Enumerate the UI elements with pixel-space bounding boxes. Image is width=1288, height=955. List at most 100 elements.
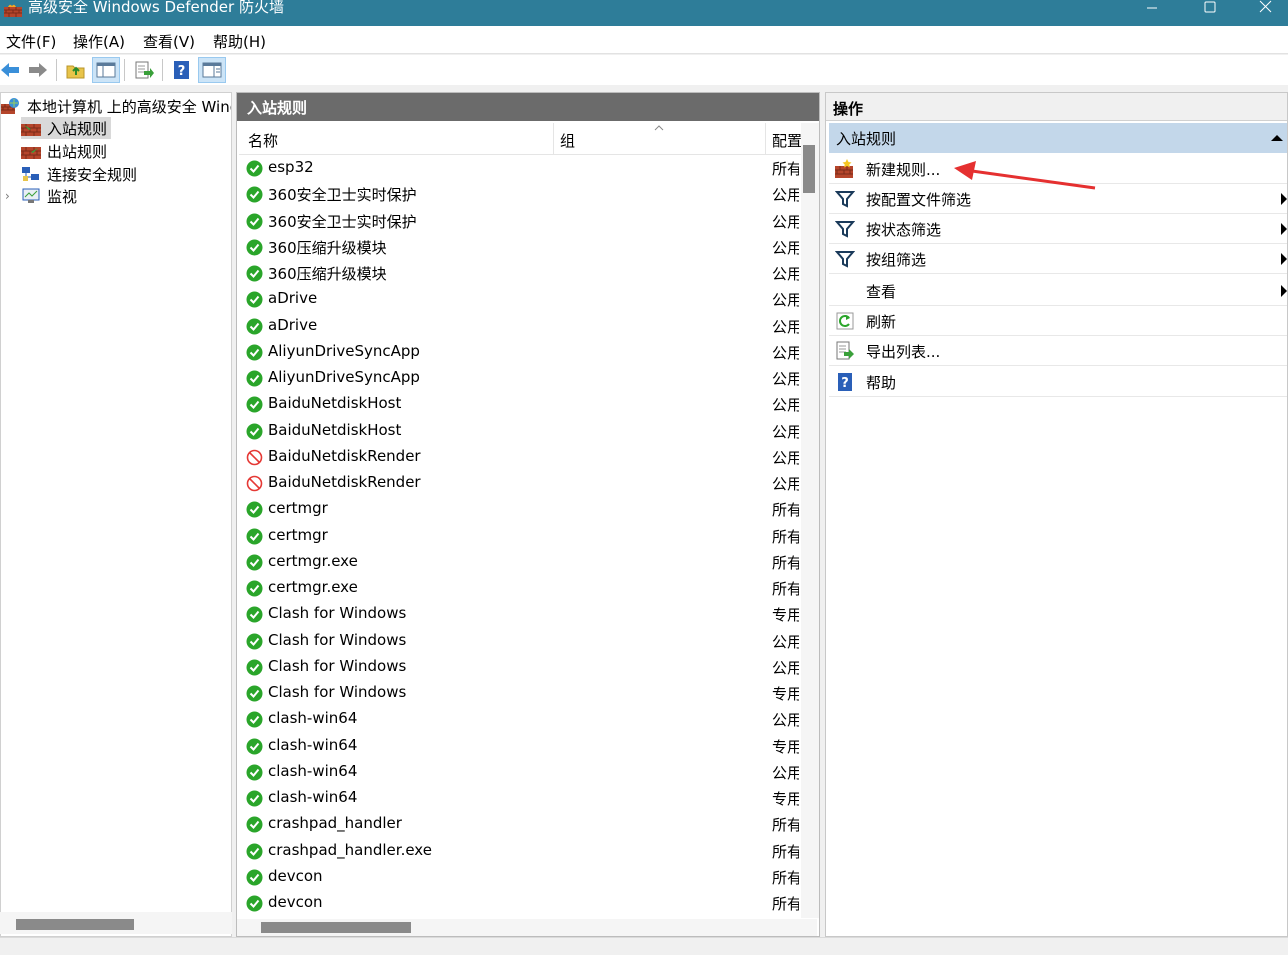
table-row[interactable]: Clash for Windows 公用 — [237, 628, 799, 654]
table-row[interactable]: crashpad_handler 所有 — [237, 811, 799, 837]
toolbar-separator — [56, 59, 57, 81]
column-group[interactable]: 组 — [560, 130, 575, 151]
column-divider[interactable] — [765, 123, 766, 155]
table-row[interactable]: certmgr 所有 — [237, 523, 799, 549]
menu-view[interactable]: 查看(V) — [143, 31, 195, 52]
table-row[interactable]: BaiduNetdiskRender 公用 — [237, 470, 799, 496]
table-row[interactable]: esp32 所有 — [237, 155, 799, 181]
help-icon: ? — [838, 373, 852, 391]
show-hide-console-tree-button[interactable] — [92, 57, 120, 83]
close-button[interactable] — [1244, 0, 1288, 22]
rule-profile: 公用 — [772, 422, 799, 441]
action-item[interactable]: 导出列表... — [829, 336, 1287, 366]
help-button[interactable]: ? — [168, 57, 196, 83]
new-rule-icon — [835, 159, 853, 178]
actions-section-inbound-rules[interactable]: 入站规则 — [829, 123, 1287, 153]
rule-profile: 公用 — [772, 448, 799, 467]
enabled-check-icon — [246, 816, 263, 833]
table-row[interactable]: crashpad_handler.exe 所有 — [237, 838, 799, 864]
enabled-check-icon — [246, 239, 263, 256]
rule-name: aDrive — [268, 289, 318, 308]
export-list-button[interactable] — [130, 57, 158, 83]
table-row[interactable]: clash-win64 公用 — [237, 706, 799, 732]
rule-name: certmgr.exe — [268, 551, 358, 570]
enabled-check-icon — [246, 501, 263, 518]
scrollbar-thumb[interactable] — [261, 922, 411, 933]
up-folder-icon — [66, 65, 85, 79]
maximize-button[interactable] — [1188, 0, 1232, 22]
action-item[interactable]: ? 帮助 — [829, 367, 1287, 397]
table-row[interactable]: Clash for Windows 专用 — [237, 601, 799, 627]
annotation-arrow-icon — [954, 161, 1096, 190]
column-name[interactable]: 名称 — [248, 130, 278, 151]
table-row[interactable]: BaiduNetdiskHost 公用 — [237, 418, 799, 444]
table-row[interactable]: AliyunDriveSyncApp 公用 — [237, 339, 799, 365]
tree-item-inbound-rules[interactable]: 入站规则 — [21, 117, 112, 139]
table-row[interactable]: aDrive 公用 — [237, 286, 799, 312]
actions-title: 操作 — [826, 93, 1287, 121]
monitoring-icon — [22, 188, 40, 203]
up-folder-button[interactable] — [62, 57, 90, 83]
forward-button[interactable] — [24, 57, 52, 83]
scrollbar-thumb[interactable] — [16, 919, 134, 930]
back-button[interactable] — [0, 57, 24, 83]
action-item[interactable]: 按组筛选 — [829, 244, 1287, 274]
rule-profile: 专用 — [772, 737, 799, 756]
help-icon: ? — [174, 61, 189, 79]
table-row[interactable]: BaiduNetdiskHost 公用 — [237, 391, 799, 417]
column-divider[interactable] — [553, 123, 554, 155]
rule-name: BaiduNetdiskHost — [268, 394, 402, 413]
table-row[interactable]: 360安全卫士实时保护 公用 — [237, 181, 799, 207]
table-row[interactable]: clash-win64 专用 — [237, 785, 799, 811]
enabled-check-icon — [246, 764, 263, 781]
back-arrow-icon — [1, 63, 19, 77]
action-item[interactable]: 刷新 — [829, 306, 1287, 336]
table-row[interactable]: 360压缩升级模块 公用 — [237, 260, 799, 286]
action-item[interactable]: 查看 — [829, 276, 1287, 306]
tree-item-label: 出站规则 — [47, 142, 108, 161]
table-row[interactable]: devcon 所有 — [237, 890, 799, 916]
table-row[interactable]: 360安全卫士实时保护 公用 — [237, 208, 799, 234]
rule-profile: 公用 — [772, 212, 799, 231]
tree-root-label: 本地计算机 上的高级安全 Windc — [27, 97, 232, 116]
scrollbar-thumb[interactable] — [803, 145, 815, 193]
table-row[interactable]: Clash for Windows 公用 — [237, 654, 799, 680]
show-hide-action-pane-button[interactable] — [198, 57, 226, 83]
table-row[interactable]: Clash for Windows 专用 — [237, 680, 799, 706]
chevron-right-icon[interactable]: › — [5, 189, 10, 203]
collapse-icon[interactable] — [1271, 135, 1283, 141]
tree-horizontal-scrollbar[interactable] — [0, 912, 232, 934]
rule-profile: 专用 — [772, 790, 799, 808]
tree-item-outbound-rules[interactable]: 出站规则 — [21, 140, 107, 162]
rule-name: Clash for Windows — [268, 604, 407, 623]
tree-item-monitoring[interactable]: 监视 — [21, 185, 77, 207]
table-row[interactable]: aDrive 公用 — [237, 313, 799, 339]
table-row[interactable]: clash-win64 公用 — [237, 759, 799, 785]
enabled-check-icon — [246, 528, 263, 544]
tree-item-connection-security-rules[interactable]: 连接安全规则 — [21, 163, 137, 185]
table-row[interactable]: clash-win64 专用 — [237, 733, 799, 759]
tree-root[interactable]: 本地计算机 上的高级安全 Windc — [1, 95, 232, 117]
menu-help[interactable]: 帮助(H) — [213, 31, 266, 52]
table-row[interactable]: certmgr 所有 — [237, 496, 799, 522]
table-row[interactable]: devcon 所有 — [237, 864, 799, 890]
menu-file[interactable]: 文件(F) — [6, 31, 56, 52]
rule-name: devcon — [268, 866, 323, 885]
table-row[interactable]: 360压缩升级模块 公用 — [237, 234, 799, 260]
rule-name: 360压缩升级模块 — [268, 238, 387, 257]
table-row[interactable]: BaiduNetdiskRender 公用 — [237, 444, 799, 470]
column-profile[interactable]: 配置 — [772, 130, 801, 151]
action-item[interactable]: 按状态筛选 — [829, 214, 1287, 244]
horizontal-scrollbar[interactable] — [237, 919, 817, 936]
table-row[interactable]: certmgr.exe 所有 — [237, 575, 799, 601]
enabled-check-icon — [246, 265, 263, 282]
rule-profile: 公用 — [772, 632, 799, 651]
rule-profile: 公用 — [772, 658, 799, 677]
enabled-check-icon — [246, 843, 263, 859]
table-row[interactable]: certmgr.exe 所有 — [237, 549, 799, 575]
menu-action[interactable]: 操作(A) — [73, 31, 125, 52]
table-row[interactable]: AliyunDriveSyncApp 公用 — [237, 365, 799, 391]
minimize-button[interactable] — [1130, 0, 1174, 22]
vertical-scrollbar[interactable] — [801, 123, 819, 918]
enabled-check-icon — [246, 370, 263, 387]
